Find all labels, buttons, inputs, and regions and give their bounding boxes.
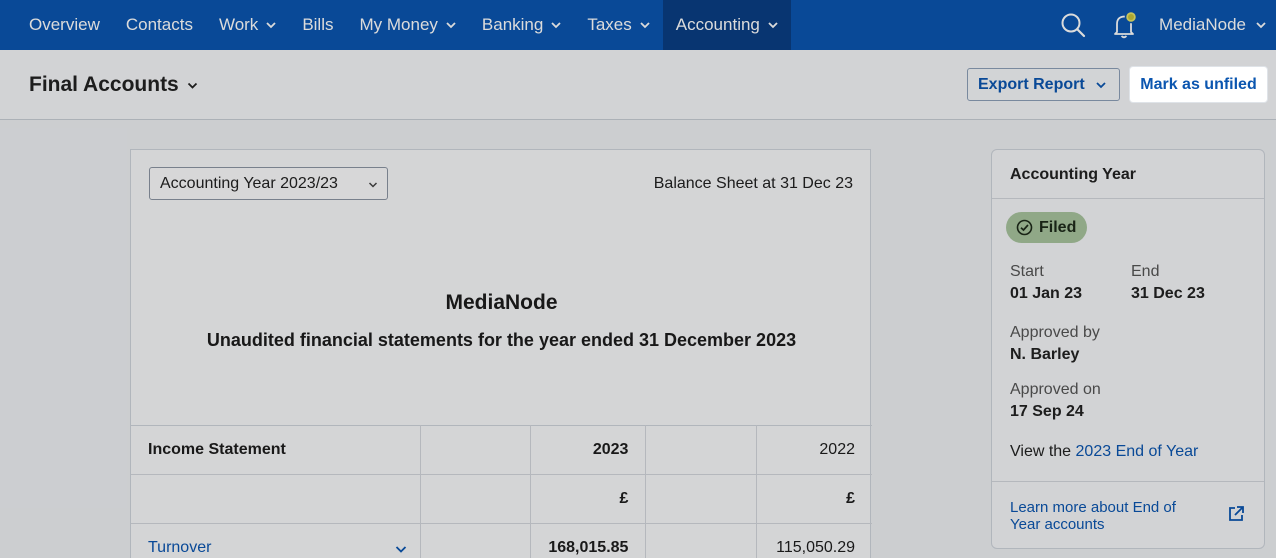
table-header-label: Income Statement xyxy=(131,425,422,475)
nav-item-bills[interactable]: Bills xyxy=(289,0,346,50)
turnover-row-toggle[interactable]: Turnover xyxy=(131,523,422,558)
check-circle-icon xyxy=(1016,219,1033,236)
start-value: 01 Jan 23 xyxy=(1010,285,1083,302)
table-cell xyxy=(420,474,532,524)
nav-item-label: Contacts xyxy=(125,15,193,34)
top-navigation: Overview Contacts Work Bills My Money Ba… xyxy=(0,0,1276,50)
user-menu[interactable]: MediaNode xyxy=(1151,15,1276,35)
report-card: Accounting Year 2023/23 Balance Sheet at… xyxy=(130,149,872,558)
nav-item-label: Taxes xyxy=(587,15,632,34)
accounting-year-select[interactable]: Accounting Year 2023/23 xyxy=(149,167,388,200)
nav-item-my-money[interactable]: My Money xyxy=(346,0,468,50)
view-end-of-year-line: View the 2023 End of Year xyxy=(1010,443,1198,461)
nav-item-contacts[interactable]: Contacts xyxy=(113,0,206,50)
end-value: 31 Dec 23 xyxy=(1131,285,1205,302)
accounting-year-value: Accounting Year 2023/23 xyxy=(160,174,338,192)
nav-item-overview[interactable]: Overview xyxy=(0,0,113,50)
external-link-icon[interactable] xyxy=(1227,505,1245,523)
chevron-down-icon xyxy=(187,82,197,89)
currency-symbol: £ xyxy=(755,474,872,524)
page-title[interactable]: Final Accounts xyxy=(29,73,198,97)
table-cell xyxy=(131,474,422,524)
nav-item-work[interactable]: Work xyxy=(206,0,289,50)
table-header-year-2023: 2023 xyxy=(530,425,647,475)
table-cell xyxy=(420,425,532,475)
chevron-down-icon xyxy=(768,22,778,29)
divider xyxy=(992,481,1264,482)
learn-more-link[interactable]: Learn more about End of Year accounts xyxy=(1010,499,1210,533)
table-cell xyxy=(420,523,532,558)
table-cell xyxy=(645,474,757,524)
mark-as-unfiled-label: Mark as unfiled xyxy=(1140,75,1257,93)
report-caption: Balance Sheet at 31 Dec 23 xyxy=(653,175,853,192)
accounting-year-panel: Accounting Year Filed Start 01 Jan 23 En… xyxy=(991,149,1265,549)
table-row: Turnover 168,015.85 115,050.29 xyxy=(131,523,872,558)
nav-item-label: Work xyxy=(218,15,259,34)
report-subtitle: Unaudited financial statements for the y… xyxy=(206,330,797,350)
currency-symbol: £ xyxy=(530,474,647,524)
turnover-2023-value: 168,015.85 xyxy=(530,523,647,558)
nav-item-accounting[interactable]: Accounting xyxy=(662,0,791,50)
table-header-row: Income Statement 2023 2022 xyxy=(131,425,872,475)
nav-item-label: Bills xyxy=(302,15,334,34)
company-name: MediaNode xyxy=(445,291,558,314)
page-header: Final Accounts Export Report xyxy=(0,50,1276,120)
nav-item-label: Banking xyxy=(481,15,544,34)
chevron-down-icon xyxy=(396,546,407,553)
export-report-button[interactable]: Export Report xyxy=(967,68,1120,101)
chevron-down-icon xyxy=(1096,82,1106,89)
income-statement-table: Income Statement 2023 2022 £ £ Turnover … xyxy=(131,425,872,558)
turnover-2022-value: 115,050.29 xyxy=(755,523,872,558)
nav-item-banking[interactable]: Banking xyxy=(469,0,574,50)
divider xyxy=(992,198,1264,199)
mark-as-unfiled-button[interactable]: Mark as unfiled xyxy=(1130,67,1267,102)
chevron-down-icon xyxy=(1256,22,1266,29)
chevron-down-icon xyxy=(368,182,378,188)
table-cell xyxy=(645,523,757,558)
end-of-year-link[interactable]: 2023 End of Year xyxy=(1076,443,1199,460)
status-badge: Filed xyxy=(1006,212,1088,243)
page-title-text: Final Accounts xyxy=(29,73,179,96)
nav-item-taxes[interactable]: Taxes xyxy=(574,0,662,50)
status-badge-label: Filed xyxy=(1039,218,1077,236)
view-prefix: View the xyxy=(1010,443,1076,460)
chevron-down-icon xyxy=(551,22,561,29)
export-report-label: Export Report xyxy=(978,75,1085,93)
approved-on-label: Approved on xyxy=(1010,381,1101,398)
approved-by-label: Approved by xyxy=(1010,324,1100,341)
chevron-down-icon xyxy=(266,22,276,29)
panel-title: Accounting Year xyxy=(1010,166,1136,183)
turnover-label: Turnover xyxy=(148,539,212,556)
nav-item-label: Overview xyxy=(29,15,100,34)
approved-by-value: N. Barley xyxy=(1010,346,1080,363)
end-label: End xyxy=(1131,263,1160,280)
search-icon[interactable] xyxy=(1047,0,1099,50)
chevron-down-icon xyxy=(640,22,650,29)
user-name: MediaNode xyxy=(1159,15,1246,34)
chevron-down-icon xyxy=(446,22,456,29)
nav-item-label: Accounting xyxy=(675,15,760,34)
nav-item-label: My Money xyxy=(359,15,438,34)
start-label: Start xyxy=(1010,263,1044,280)
bell-icon[interactable] xyxy=(1099,0,1151,50)
table-cell xyxy=(645,425,757,475)
approved-on-value: 17 Sep 24 xyxy=(1010,403,1084,420)
table-row: £ £ xyxy=(131,474,872,524)
nav-right-group: MediaNode xyxy=(1047,0,1276,50)
table-header-year-2022: 2022 xyxy=(755,425,872,475)
